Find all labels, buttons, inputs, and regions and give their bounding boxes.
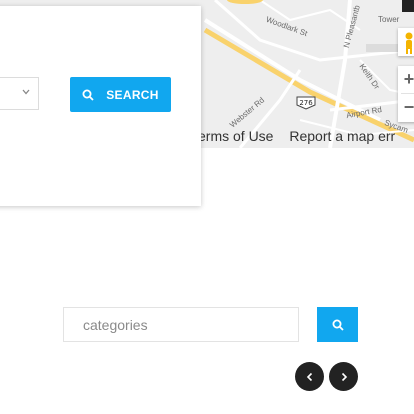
terms-of-use-link[interactable]: erms of Use — [198, 128, 273, 144]
search-icon — [82, 89, 94, 101]
search-button-label: SEARCH — [106, 87, 159, 102]
fullscreen-icon[interactable] — [402, 0, 414, 12]
search-icon — [332, 319, 344, 331]
pegman-button[interactable] — [398, 28, 414, 56]
zoom-control: + − — [398, 66, 414, 122]
categories-search-button[interactable] — [317, 307, 358, 342]
street-label: Tower — [378, 15, 400, 24]
chevron-down-icon — [22, 89, 30, 95]
report-map-error-link[interactable]: Report a map err — [289, 128, 395, 144]
route-shield-icon: 276 — [296, 96, 316, 110]
zoom-out-button[interactable]: − — [398, 94, 414, 121]
search-panel: SEARCH — [0, 6, 201, 206]
zoom-in-button[interactable]: + — [398, 66, 414, 93]
previous-button[interactable] — [295, 362, 324, 391]
map-attribution: erms of Use Report a map err — [198, 128, 407, 144]
pegman-icon — [405, 32, 413, 54]
chevron-left-icon — [306, 372, 312, 381]
categories-input[interactable] — [63, 307, 299, 342]
search-button[interactable]: SEARCH — [70, 77, 171, 112]
route-shield-number: 276 — [299, 99, 313, 107]
chevron-right-icon — [341, 372, 347, 381]
next-button[interactable] — [329, 362, 358, 391]
filter-select[interactable] — [0, 77, 39, 110]
